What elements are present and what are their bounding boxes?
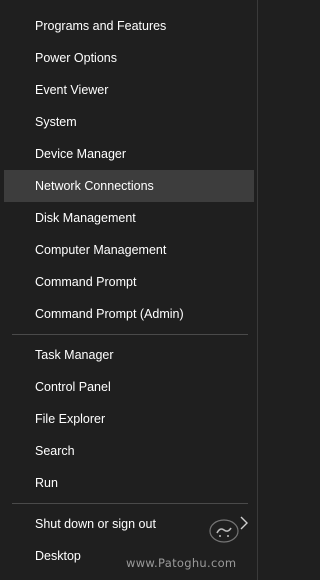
menu-item-network-connections[interactable]: Network Connections [4,170,254,202]
menu-item-command-prompt-admin[interactable]: Command Prompt (Admin) [4,298,254,330]
winx-context-menu: Programs and Features Power Options Even… [0,0,258,580]
watermark-site-text: www.Patoghu.com [126,556,237,570]
menu-item-device-manager[interactable]: Device Manager [4,138,254,170]
menu-item-file-explorer[interactable]: File Explorer [4,403,254,435]
menu-separator [12,334,248,335]
menu-item-event-viewer[interactable]: Event Viewer [4,74,254,106]
menu-item-system[interactable]: System [4,106,254,138]
menu-item-task-manager[interactable]: Task Manager [4,339,254,371]
menu-item-command-prompt[interactable]: Command Prompt [4,266,254,298]
menu-item-run[interactable]: Run [4,467,254,499]
menu-separator [12,503,248,504]
patoghu-logo-icon [209,519,239,543]
menu-item-programs-and-features[interactable]: Programs and Features [4,10,254,42]
menu-item-power-options[interactable]: Power Options [4,42,254,74]
menu-item-disk-management[interactable]: Disk Management [4,202,254,234]
menu-item-search[interactable]: Search [4,435,254,467]
menu-item-control-panel[interactable]: Control Panel [4,371,254,403]
chevron-right-icon [240,516,248,530]
menu-item-computer-management[interactable]: Computer Management [4,234,254,266]
